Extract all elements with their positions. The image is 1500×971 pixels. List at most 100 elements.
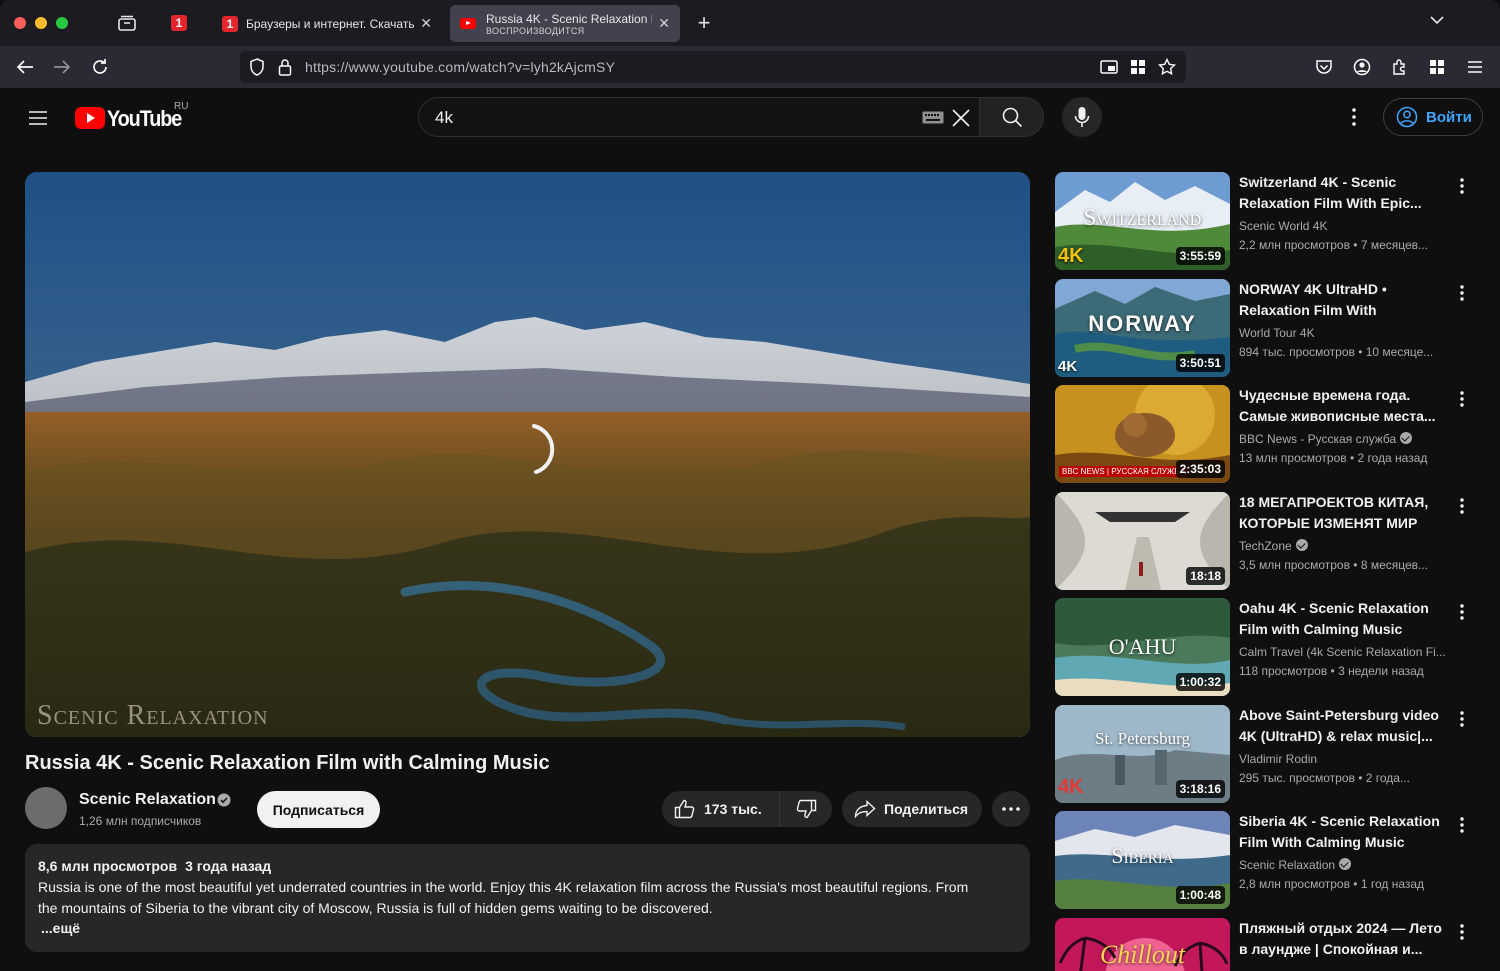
related-views: 3,5 млн просмотров: [1239, 558, 1350, 572]
guide-menu-button[interactable]: [26, 106, 50, 130]
video-thumbnail[interactable]: O'AHU 1:00:32: [1055, 598, 1230, 696]
more-actions-button[interactable]: [992, 791, 1030, 827]
related-video-title[interactable]: Чудесные времена года. Самые живописные …: [1239, 385, 1449, 427]
tab-youtube-video[interactable]: Russia 4K - Scenic Relaxation Fi ВОСПРОИ…: [450, 5, 680, 42]
related-video[interactable]: BBC NEWS | РУССКАЯ СЛУЖБА 2:35:03 Чудесн…: [1055, 385, 1475, 485]
picture-in-picture-button[interactable]: [1099, 57, 1119, 77]
site-security-icon[interactable]: [275, 57, 295, 77]
close-tab-icon[interactable]: ✕: [414, 15, 432, 32]
dislike-button[interactable]: [780, 791, 832, 827]
extensions-button[interactable]: [1387, 54, 1413, 80]
apps-button[interactable]: [1424, 54, 1450, 80]
keyboard-icon[interactable]: [922, 111, 944, 124]
verified-icon: [1339, 858, 1352, 870]
related-menu-button[interactable]: [1455, 174, 1469, 198]
close-tab-icon[interactable]: ✕: [652, 15, 670, 32]
close-window-button[interactable]: [14, 17, 26, 29]
bookmark-button[interactable]: [1157, 57, 1177, 77]
app-menu-button[interactable]: [1462, 54, 1488, 80]
sign-in-button[interactable]: Войти: [1383, 98, 1483, 136]
minimize-window-button[interactable]: [35, 17, 47, 29]
youtube-logo[interactable]: YouTube: [75, 104, 185, 132]
video-thumbnail[interactable]: 18:18: [1055, 492, 1230, 590]
related-video-title[interactable]: Switzerland 4K - Scenic Relaxation Film …: [1239, 172, 1449, 214]
navigation-toolbar: https://www.youtube.com/watch?v=lyh2kAjc…: [0, 46, 1500, 88]
related-video-title[interactable]: 18 МЕГАПРОЕКТОВ КИТАЯ, КОТОРЫЕ ИЗМЕНЯТ М…: [1239, 492, 1449, 534]
related-channel[interactable]: Scenic Relaxation: [1239, 858, 1352, 872]
tab-browsers[interactable]: 1 Браузеры и интернет. Скачать ✕: [212, 5, 442, 42]
settings-menu-button[interactable]: [1342, 105, 1366, 129]
related-video[interactable]: Chillout Пляжный отдых 2024 — Лето в лау…: [1055, 918, 1475, 971]
related-meta: 13 млн просмотров • 2 года назад: [1239, 451, 1428, 465]
subscribe-button[interactable]: Подписаться: [257, 791, 380, 828]
reload-button[interactable]: [87, 54, 113, 80]
verified-icon: [1295, 539, 1308, 551]
related-menu-button[interactable]: [1455, 707, 1469, 731]
related-video[interactable]: 18:18 18 МЕГАПРОЕКТОВ КИТАЯ, КОТОРЫЕ ИЗМ…: [1055, 492, 1475, 592]
channel-name[interactable]: Scenic Relaxation: [79, 791, 216, 809]
account-button[interactable]: [1349, 54, 1375, 80]
related-video-title[interactable]: Above Saint-Petersburg video 4K (UltraHD…: [1239, 705, 1449, 747]
related-channel[interactable]: BBC News - Русская служба: [1239, 432, 1413, 446]
related-video[interactable]: Switzerland 4K 3:55:59 Switzerland 4K - …: [1055, 172, 1475, 272]
video-thumbnail[interactable]: Switzerland 4K 3:55:59: [1055, 172, 1230, 270]
show-more-button[interactable]: ...ещё: [41, 920, 1017, 936]
related-meta: 295 тыс. просмотров • 2 года...: [1239, 771, 1410, 785]
related-video[interactable]: NORWAY 4K 3:50:51 NORWAY 4K UltraHD • Re…: [1055, 279, 1475, 379]
related-video[interactable]: St. Petersburg 4K 3:18:16 Above Saint-Pe…: [1055, 705, 1475, 805]
related-channel[interactable]: TechZone: [1239, 539, 1308, 553]
description-box[interactable]: 8,6 млн просмотров 3 года назад Russia is…: [25, 844, 1030, 952]
video-player[interactable]: Scenic Relaxation: [25, 172, 1030, 737]
new-tab-button[interactable]: +: [692, 10, 716, 36]
back-button[interactable]: [12, 54, 38, 80]
list-all-tabs-button[interactable]: [1424, 12, 1450, 34]
video-thumbnail[interactable]: Chillout: [1055, 918, 1230, 971]
pocket-button[interactable]: [1311, 54, 1337, 80]
related-video[interactable]: Siberia 1:00:48 Siberia 4K - Scenic Rela…: [1055, 811, 1475, 911]
share-button[interactable]: Поделиться: [842, 791, 982, 827]
related-menu-button[interactable]: [1455, 281, 1469, 305]
video-thumbnail[interactable]: NORWAY 4K 3:50:51: [1055, 279, 1230, 377]
address-bar[interactable]: https://www.youtube.com/watch?v=lyh2kAjc…: [240, 51, 1186, 83]
tab-overview-button[interactable]: [112, 9, 142, 37]
forward-button[interactable]: [49, 54, 75, 80]
video-thumbnail[interactable]: BBC NEWS | РУССКАЯ СЛУЖБА 2:35:03: [1055, 385, 1230, 483]
related-menu-button[interactable]: [1455, 387, 1469, 411]
clear-search-icon[interactable]: [950, 107, 972, 129]
related-channel[interactable]: World Tour 4K: [1239, 326, 1315, 340]
tab-title: Russia 4K - Scenic Relaxation Fi: [486, 11, 652, 26]
related-channel-name: TechZone: [1239, 539, 1292, 553]
search-input[interactable]: [435, 108, 905, 128]
related-menu-button[interactable]: [1455, 494, 1469, 518]
thumbs-down-icon: [796, 799, 817, 819]
video-thumbnail[interactable]: St. Petersburg 4K 3:18:16: [1055, 705, 1230, 803]
bbc-news-logo: BBC NEWS | РУССКАЯ СЛУЖБА: [1059, 466, 1188, 477]
related-video-title[interactable]: Siberia 4K - Scenic Relaxation Film With…: [1239, 811, 1449, 853]
related-video-title[interactable]: NORWAY 4K UltraHD • Relaxation Film With…: [1239, 279, 1449, 321]
url-text[interactable]: https://www.youtube.com/watch?v=lyh2kAjc…: [305, 59, 615, 75]
search-button[interactable]: [980, 97, 1044, 137]
related-menu-button[interactable]: [1455, 600, 1469, 624]
channel-one-icon: 1: [171, 15, 187, 31]
related-menu-button[interactable]: [1455, 813, 1469, 837]
pinned-tab[interactable]: 1: [160, 5, 198, 41]
related-channel[interactable]: Scenic World 4K: [1239, 219, 1327, 233]
related-video-title[interactable]: Пляжный отдых 2024 — Лето в лаунджe | Сп…: [1239, 918, 1449, 960]
verified-icon: [1400, 432, 1413, 444]
more-vertical-icon: [1352, 108, 1356, 126]
related-video[interactable]: O'AHU 1:00:32 Oahu 4K - Scenic Relaxatio…: [1055, 598, 1475, 698]
maximize-window-button[interactable]: [56, 17, 68, 29]
extensions-grid-button[interactable]: [1128, 57, 1148, 77]
video-thumbnail[interactable]: Siberia 1:00:48: [1055, 811, 1230, 909]
channel-avatar[interactable]: [25, 787, 67, 829]
related-video-title[interactable]: Oahu 4K - Scenic Relaxation Film with Ca…: [1239, 598, 1449, 640]
video-duration: 1:00:48: [1175, 886, 1225, 904]
related-channel[interactable]: Vladimir Rodin: [1239, 752, 1317, 766]
browser-window: 1 1 Браузеры и интернет. Скачать ✕ Russi…: [0, 0, 1500, 971]
tracking-protection-icon[interactable]: [247, 57, 267, 77]
like-button[interactable]: 173 тыс.: [662, 791, 780, 827]
related-menu-button[interactable]: [1455, 920, 1469, 944]
voice-search-button[interactable]: [1062, 97, 1102, 137]
video-title: Russia 4K - Scenic Relaxation Film with …: [25, 752, 550, 774]
related-channel[interactable]: Calm Travel (4k Scenic Relaxation Fi...: [1239, 645, 1446, 659]
